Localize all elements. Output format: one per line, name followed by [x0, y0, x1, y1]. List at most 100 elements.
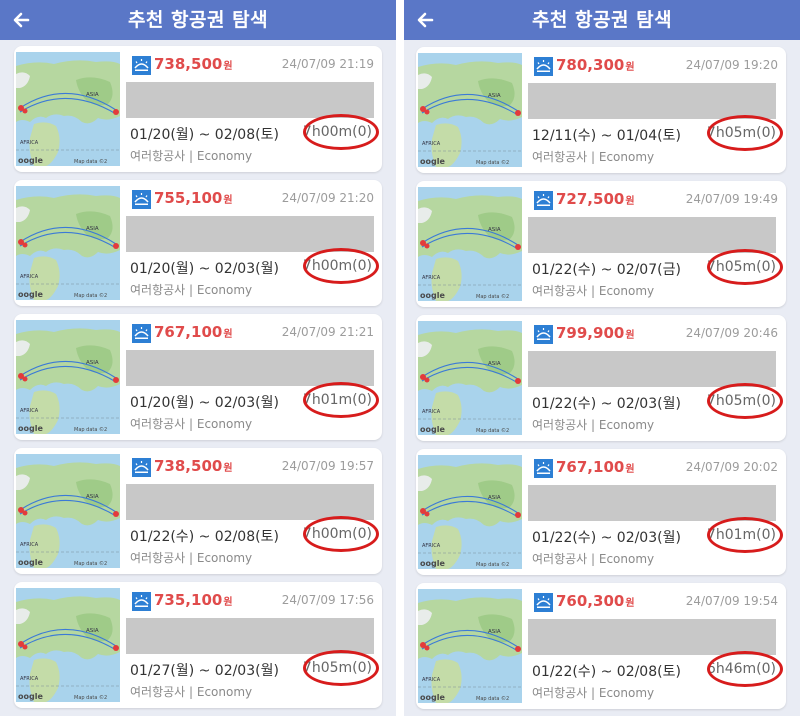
airline-logo-icon — [132, 592, 151, 611]
currency-unit: 원 — [223, 597, 233, 608]
map-label-africa: AFRICA — [422, 543, 441, 549]
map-label-asia: ASIA — [86, 494, 99, 500]
timestamp: 24/07/09 19:20 — [685, 58, 778, 72]
airline-logo-icon — [132, 56, 151, 75]
currency-unit: 원 — [625, 464, 635, 475]
map-credit: Map data ©2 — [476, 695, 509, 702]
map-label-africa: AFRICA — [20, 408, 39, 414]
google-watermark: oogle — [420, 425, 445, 434]
travel-dates: 01/20(월) ~ 02/08(토) — [130, 127, 279, 143]
travel-dates: 12/11(수) ~ 01/04(토) — [532, 128, 681, 144]
flight-card[interactable]: ASIA AFRICA oogle Map data ©2 738,500원 2… — [14, 448, 382, 574]
flight-card[interactable]: ASIA AFRICA oogle Map data ©2 735,100원 2… — [14, 582, 382, 708]
google-watermark: oogle — [18, 156, 43, 165]
route-map[interactable]: ASIA AFRICA oogle Map data ©2 — [16, 454, 120, 568]
timestamp: 24/07/09 19:49 — [685, 192, 778, 206]
price-value: 738,500 — [154, 457, 223, 475]
route-map[interactable]: ASIA AFRICA oogle Map data ©2 — [418, 589, 522, 703]
flight-card[interactable]: ASIA AFRICA oogle Map data ©2 760,300원 2… — [416, 583, 786, 709]
travel-dates: 01/22(수) ~ 02/08(토) — [532, 664, 681, 680]
price: 767,100원 — [154, 323, 233, 341]
route-map-image: ASIA AFRICA oogle Map data ©2 — [16, 588, 120, 702]
airline-class-info: 여러항공사 | Economy — [130, 283, 253, 297]
redacted-block — [126, 618, 374, 654]
map-label-africa: AFRICA — [422, 409, 441, 415]
page-title: 추천 항공권 탐색 — [127, 9, 269, 31]
google-watermark: oogle — [18, 424, 43, 433]
airline-logo-icon — [534, 325, 553, 344]
price-value: 767,100 — [556, 458, 625, 476]
airline-class-info: 여러항공사 | Economy — [532, 418, 655, 432]
highlight-circle — [303, 114, 379, 150]
route-map-image: ASIA AFRICA oogle Map data ©2 — [418, 187, 522, 301]
highlight-circle — [303, 382, 379, 418]
route-map[interactable]: ASIA AFRICA oogle Map data ©2 — [418, 187, 522, 301]
map-label-africa: AFRICA — [20, 274, 39, 280]
airline-logo-icon — [132, 190, 151, 209]
highlight-circle — [303, 248, 379, 284]
timestamp: 24/07/09 21:20 — [281, 191, 374, 205]
price-value: 727,500 — [556, 190, 625, 208]
travel-dates: 01/22(수) ~ 02/03(월) — [532, 396, 681, 412]
route-map[interactable]: ASIA AFRICA oogle Map data ©2 — [418, 455, 522, 569]
timestamp: 24/07/09 21:21 — [281, 325, 374, 339]
price-value: 738,500 — [154, 55, 223, 73]
map-credit: Map data ©2 — [74, 694, 107, 701]
price-value: 780,300 — [556, 56, 625, 74]
price-value: 755,100 — [154, 189, 223, 207]
google-watermark: oogle — [420, 693, 445, 702]
airline-class-info: 여러항공사 | Economy — [130, 551, 253, 565]
route-map[interactable]: ASIA AFRICA oogle Map data ©2 — [418, 53, 522, 167]
route-map[interactable]: ASIA AFRICA oogle Map data ©2 — [16, 186, 120, 300]
currency-unit: 원 — [625, 598, 635, 609]
travel-dates: 01/20(월) ~ 02/03(월) — [130, 395, 279, 411]
route-map-image: ASIA AFRICA oogle Map data ©2 — [418, 321, 522, 435]
price: 738,500원 — [154, 55, 233, 73]
price-value: 767,100 — [154, 323, 223, 341]
price-value: 760,300 — [556, 592, 625, 610]
route-map[interactable]: ASIA AFRICA oogle Map data ©2 — [418, 321, 522, 435]
currency-unit: 원 — [625, 330, 635, 341]
route-map[interactable]: ASIA AFRICA oogle Map data ©2 — [16, 52, 120, 166]
timestamp: 24/07/09 20:46 — [685, 326, 778, 340]
highlight-circle — [303, 516, 379, 552]
map-label-asia: ASIA — [488, 495, 501, 501]
flight-card[interactable]: ASIA AFRICA oogle Map data ©2 767,100원 2… — [14, 314, 382, 440]
flight-card[interactable]: ASIA AFRICA oogle Map data ©2 755,100원 2… — [14, 180, 382, 306]
route-map[interactable]: ASIA AFRICA oogle Map data ©2 — [16, 320, 120, 434]
map-label-asia: ASIA — [488, 227, 501, 233]
travel-dates: 01/22(수) ~ 02/07(금) — [532, 262, 681, 278]
price: 735,100원 — [154, 591, 233, 609]
route-map-image: ASIA AFRICA oogle Map data ©2 — [418, 53, 522, 167]
flight-card[interactable]: ASIA AFRICA oogle Map data ©2 799,900원 2… — [416, 315, 786, 441]
flight-card[interactable]: ASIA AFRICA oogle Map data ©2 738,500원 2… — [14, 46, 382, 172]
map-label-africa: AFRICA — [20, 676, 39, 682]
route-map-image: ASIA AFRICA oogle Map data ©2 — [418, 455, 522, 569]
highlight-circle — [707, 517, 783, 553]
travel-dates: 01/27(월) ~ 02/03(월) — [130, 663, 279, 679]
redacted-block — [126, 216, 374, 252]
highlight-circle — [707, 651, 783, 687]
map-label-asia: ASIA — [86, 226, 99, 232]
flight-card[interactable]: ASIA AFRICA oogle Map data ©2 727,500원 2… — [416, 181, 786, 307]
flight-card[interactable]: ASIA AFRICA oogle Map data ©2 767,100원 2… — [416, 449, 786, 575]
price-value: 735,100 — [154, 591, 223, 609]
google-watermark: oogle — [420, 291, 445, 300]
right-screen: 추천 항공권 탐색 ASIA AFRICA oogle Map data ©2 — [404, 0, 800, 716]
redacted-block — [528, 83, 776, 119]
route-map[interactable]: ASIA AFRICA oogle Map data ©2 — [16, 588, 120, 702]
flight-card[interactable]: ASIA AFRICA oogle Map data ©2 780,300원 2… — [416, 47, 786, 173]
redacted-block — [528, 351, 776, 387]
app-bar: 추천 항공권 탐색 — [0, 0, 396, 40]
map-label-africa: AFRICA — [20, 140, 39, 146]
price: 767,100원 — [556, 458, 635, 476]
airline-class-info: 여러항공사 | Economy — [532, 686, 655, 700]
redacted-block — [126, 484, 374, 520]
timestamp: 24/07/09 17:56 — [281, 593, 374, 607]
price: 760,300원 — [556, 592, 635, 610]
map-credit: Map data ©2 — [476, 561, 509, 568]
map-credit: Map data ©2 — [476, 427, 509, 434]
airline-logo-icon — [534, 191, 553, 210]
airline-class-info: 여러항공사 | Economy — [532, 150, 655, 164]
map-label-africa: AFRICA — [422, 275, 441, 281]
